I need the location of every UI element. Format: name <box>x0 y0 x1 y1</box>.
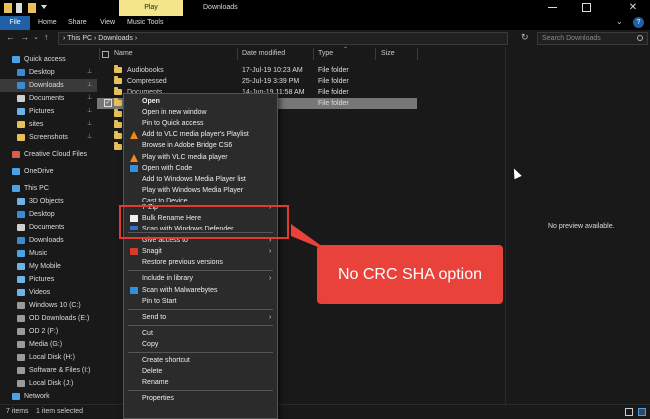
callout-pointer <box>291 224 330 252</box>
callout-box: No CRC SHA option <box>317 245 503 304</box>
